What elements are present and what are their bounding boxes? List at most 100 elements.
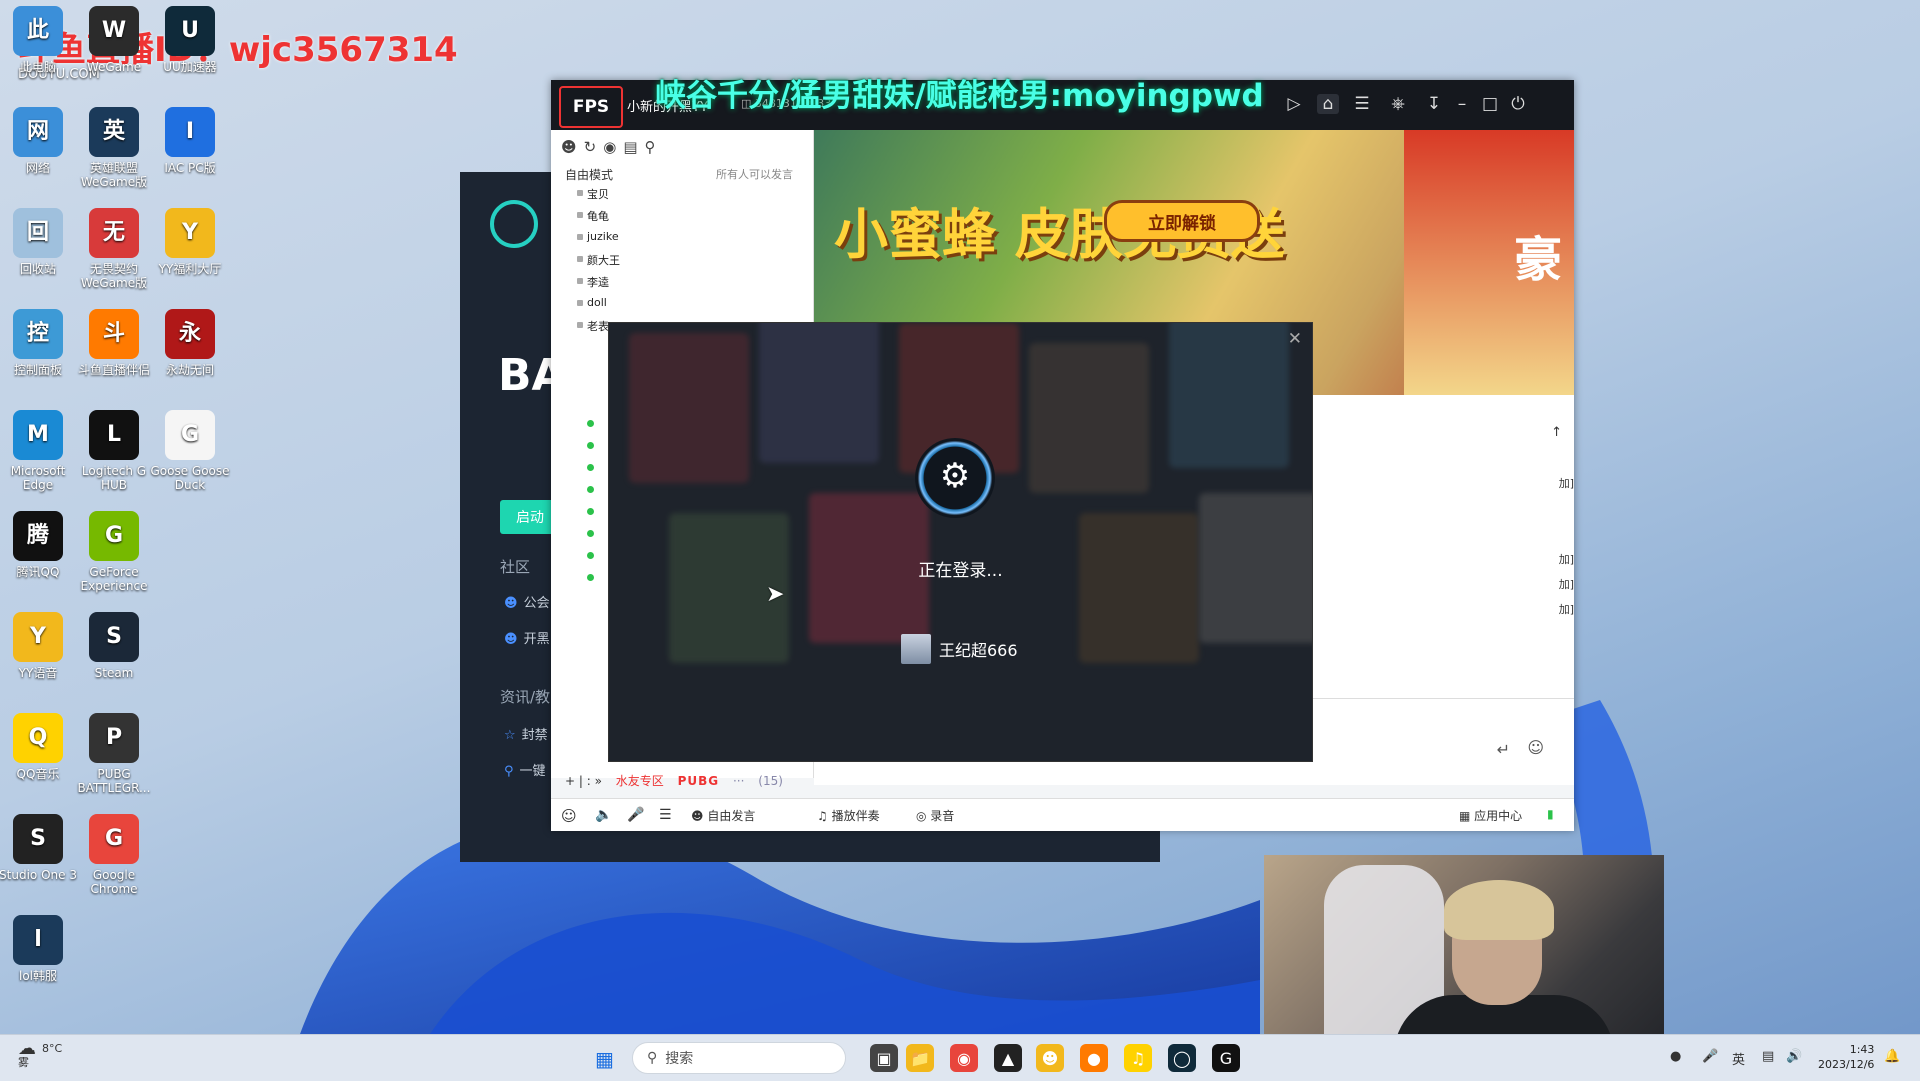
studio-one-icon[interactable]: ▲ [994, 1044, 1022, 1072]
steam-login-dialog[interactable]: ✕ ⚙ 正在登录... 王纪超666 [608, 322, 1313, 762]
expand-icon[interactable]: + | : » [565, 774, 602, 788]
search-icon[interactable]: ⚲ [645, 138, 663, 156]
desktop-icon[interactable]: U UU加速器 [148, 6, 232, 74]
iac-icon: I [165, 107, 215, 157]
speak-mode[interactable]: 自由模式 [565, 166, 613, 183]
member-item[interactable]: 龟龟 [577, 208, 609, 224]
desktop-icon[interactable]: W WeGame [72, 6, 156, 74]
desktop-icon[interactable]: Y YY语音 [0, 612, 80, 680]
location-icon[interactable]: ◉ [603, 138, 623, 156]
emoji-icon[interactable]: ☺ [1527, 738, 1544, 757]
desktop-icon[interactable]: 斗斗鱼直播伴侣 [72, 309, 156, 377]
desktop-icon[interactable]: 网网络 [0, 107, 80, 175]
close-icon[interactable]: ✕ [1288, 329, 1302, 349]
system-clock[interactable]: 1:43 2023/12/6 [1818, 1042, 1874, 1072]
desktop-icon[interactable]: L Logitech G HUB [72, 410, 156, 492]
microphone-icon[interactable]: 🎤 [627, 807, 644, 823]
download-icon[interactable]: ↧ [1423, 94, 1445, 114]
game-tile [629, 333, 749, 483]
scroll-top-icon[interactable]: ↑ [1551, 425, 1562, 440]
desktop-icon[interactable]: Y YY福利大厅 [148, 208, 232, 276]
yy-bottom-toolbar[interactable]: ☺ 🔈 🎤 ☰ ☻ 自由发言 ♫ 播放伴奏 ◎ 录音 ▦ 应用中心 ▮ [551, 798, 1574, 831]
video-icon[interactable]: ▷ [1283, 94, 1305, 114]
desktop-icon[interactable]: 腾腾讯QQ [0, 511, 80, 579]
news-item-ban[interactable]: ☆ 封禁 [504, 724, 548, 743]
desktop-icon[interactable]: 无无畏契约 WeGame版 [72, 208, 156, 290]
app-center-button[interactable]: ▦ 应用中心 [1459, 807, 1522, 824]
stream-banner: 峡谷千分/猛男甜妹/赋能枪男:moyingpwd [655, 78, 1264, 114]
volume-icon[interactable]: 🔊 [1786, 1049, 1802, 1064]
member-item[interactable]: 颜大王 [577, 252, 620, 268]
ad-unlock-button[interactable]: 立即解锁 [1104, 200, 1260, 242]
refresh-icon[interactable]: ↻ [584, 138, 604, 156]
desktop-icon-label: Google Chrome [90, 868, 138, 896]
equalizer-icon[interactable]: ☰ [659, 807, 672, 823]
minimize-icon[interactable]: – [1451, 94, 1473, 114]
desktop-icon[interactable]: 永永劫无间 [148, 309, 232, 377]
member-item[interactable]: 老表 [577, 318, 609, 334]
file-explorer-icon[interactable]: 📁 [906, 1044, 934, 1072]
online-dot [587, 464, 594, 471]
desktop-icon[interactable]: Q QQ音乐 [0, 713, 80, 781]
qq-icon: 腾 [13, 511, 63, 561]
power-icon[interactable]: ⏻ [1507, 94, 1529, 114]
taskbar[interactable]: ☁ 8°C 雾 ▦ ⚲ 搜索 ▣ 📁 ◉ ▲ ☻ ● ♫ ◯ G ● 🎤 英 ▤… [0, 1034, 1920, 1081]
desktop-icon[interactable]: G Goose Goose Duck [148, 410, 232, 492]
enter-icon[interactable]: ↵ [1497, 740, 1510, 759]
list-icon[interactable]: ☰ [1351, 94, 1373, 114]
news-item-onekey[interactable]: ⚲ 一键 [504, 760, 546, 779]
game-tile [1029, 343, 1149, 493]
microphone-icon[interactable]: 🎤 [1702, 1049, 1718, 1064]
weather-widget[interactable]: ☁ 8°C 雾 [18, 1040, 62, 1070]
clock-time: 1:43 [1849, 1043, 1875, 1056]
community-item-label: 公会 [523, 596, 550, 611]
community-item-team[interactable]: ☻ 开黑 [504, 628, 550, 647]
sub-channel-pubg[interactable]: + | : » 水友专区 PUBG ··· (15) [565, 772, 783, 789]
member-item[interactable]: juzike [577, 230, 619, 243]
desktop-icon[interactable]: 英英雄联盟 WeGame版 [72, 107, 156, 189]
desktop-icon[interactable]: P PUBG BATTLEGR... [72, 713, 156, 795]
play-music-button[interactable]: ♫ 播放伴奏 [817, 807, 880, 824]
desktop-icon[interactable]: 回回收站 [0, 208, 80, 276]
desktop-icon[interactable]: G GeForce Experience [72, 511, 156, 593]
panel-tools[interactable]: ☻↻◉▤⚲ [561, 138, 663, 156]
user-icon[interactable]: ☻ [561, 138, 584, 156]
community-label: 社区 [500, 558, 531, 576]
desktop-icon[interactable]: G Google Chrome [72, 814, 156, 896]
chrome-icon[interactable]: ◉ [950, 1044, 978, 1072]
free-speak-button[interactable]: ☻ 自由发言 [691, 807, 755, 824]
board-icon[interactable]: ▤ [623, 138, 644, 156]
douyu-icon[interactable]: ● [1080, 1044, 1108, 1072]
gamepad-icon[interactable]: ⎈ [1387, 94, 1409, 114]
logitech-icon[interactable]: G [1212, 1044, 1240, 1072]
maximize-icon[interactable]: □ [1479, 94, 1501, 114]
member-item[interactable]: 宝贝 [577, 186, 609, 202]
uu-icon[interactable]: ◯ [1168, 1044, 1196, 1072]
community-item-label: 开黑 [523, 632, 550, 647]
desktop-icon[interactable]: l lol韩服 [0, 915, 80, 983]
taskbar-search[interactable]: ⚲ 搜索 [632, 1042, 846, 1074]
desktop-icon[interactable]: 此此电脑 [0, 6, 80, 74]
windows-start-icon[interactable]: ▦ [595, 1047, 614, 1071]
notification-icon[interactable]: 🔔 [1884, 1049, 1900, 1064]
qq-music-icon[interactable]: ♫ [1124, 1044, 1152, 1072]
community-item-guild[interactable]: ☻ 公会 [504, 592, 550, 611]
desktop-icon[interactable]: M Microsoft Edge [0, 410, 80, 492]
desktop-icon[interactable]: 控控制面板 [0, 309, 80, 377]
desktop-icon[interactable]: S Steam [72, 612, 156, 680]
yy-icon[interactable]: ☻ [1036, 1044, 1064, 1072]
home-icon[interactable]: ⌂ [1317, 94, 1339, 114]
star-icon: ☆ [504, 728, 516, 743]
network-icon[interactable]: ▤ [1762, 1049, 1774, 1064]
desktop-icon[interactable]: S Studio One 3 [0, 814, 80, 882]
task-view-icon[interactable]: ▣ [870, 1044, 898, 1072]
record-button[interactable]: ◎ 录音 [916, 807, 954, 824]
speaker-icon[interactable]: 🔈 [595, 807, 612, 823]
desktop-icon[interactable]: I IAC PC版 [148, 107, 232, 175]
member-item[interactable]: doll [577, 296, 607, 309]
yy-mascot-icon[interactable]: ☺ [561, 807, 577, 825]
member-item[interactable]: 李逵 [577, 274, 609, 290]
lol-icon: l [13, 915, 63, 965]
tray-app-icon[interactable]: ● [1670, 1049, 1681, 1064]
input-language[interactable]: 英 [1732, 1049, 1745, 1068]
